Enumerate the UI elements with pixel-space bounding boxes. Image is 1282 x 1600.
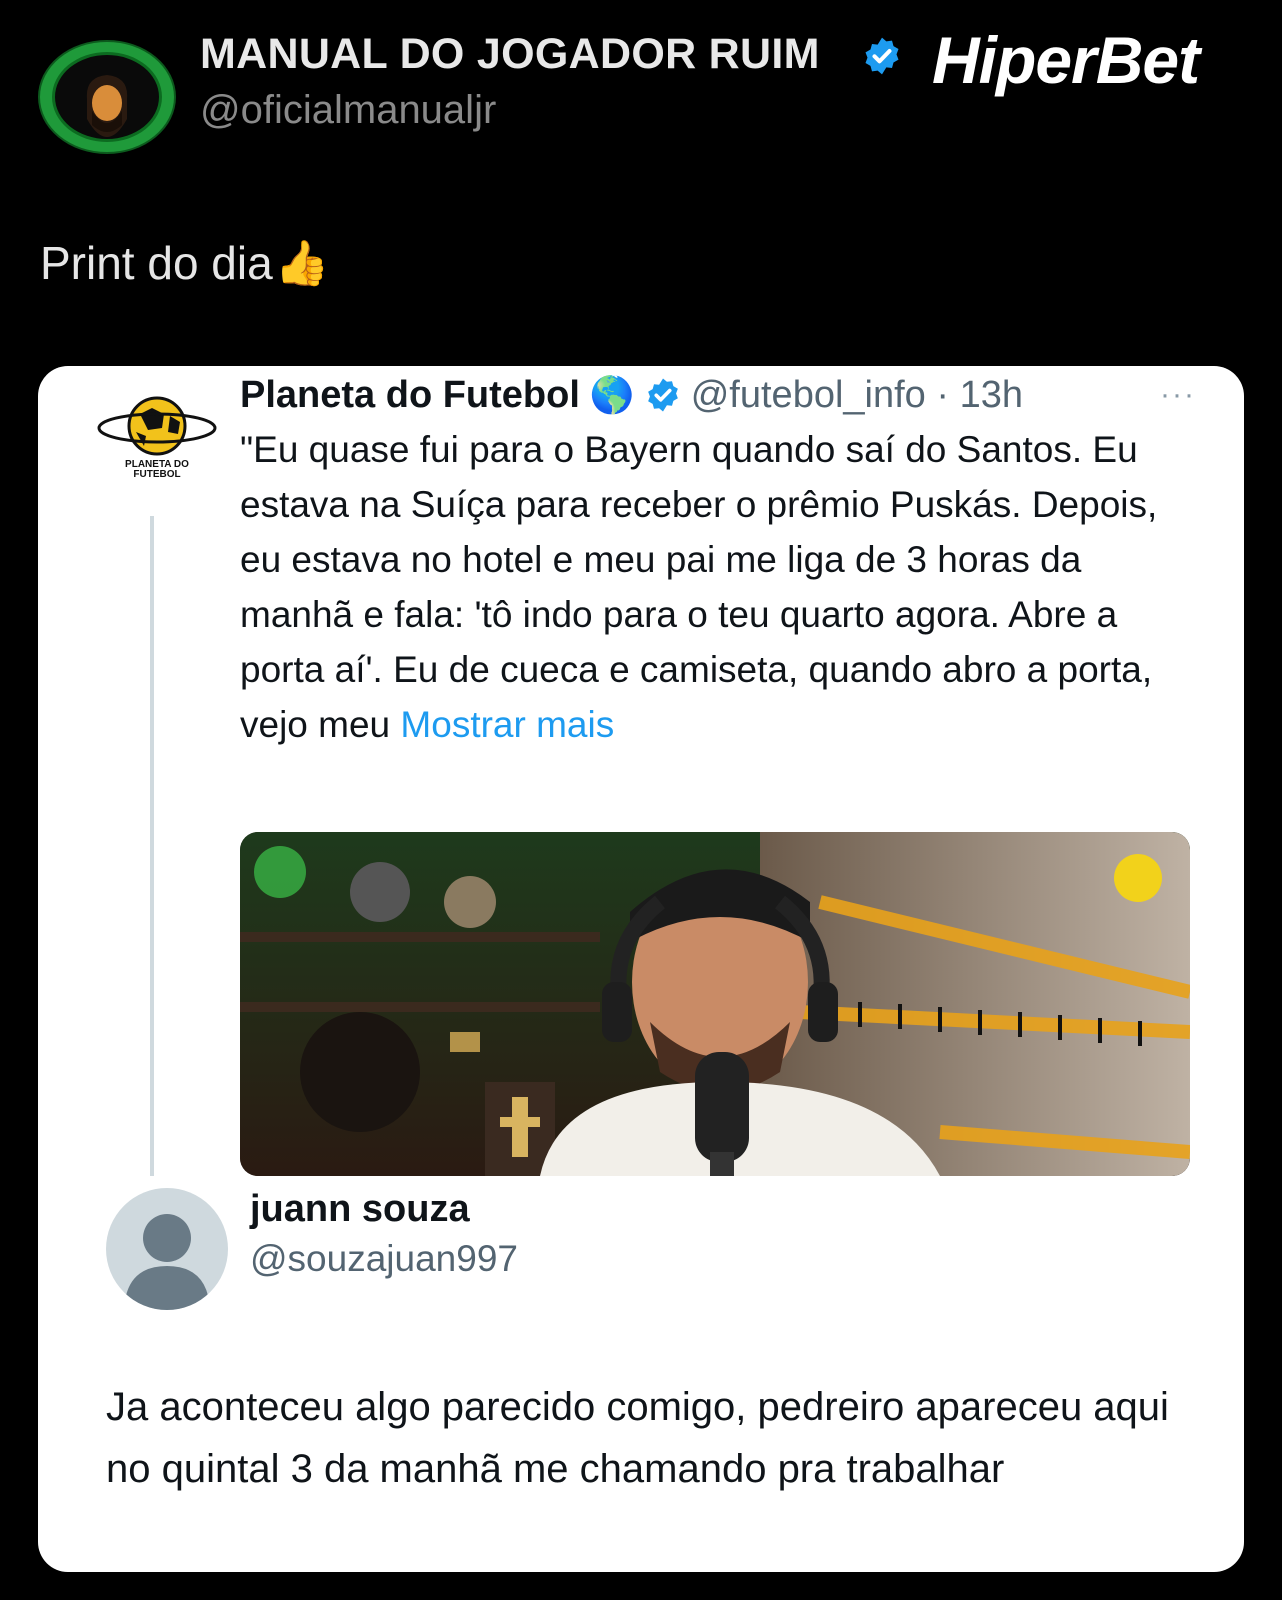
quoted-handle-time[interactable]: @futebol_info · 13h (691, 374, 1023, 417)
reply-text: Ja aconteceu algo parecido comigo, pedre… (106, 1385, 1169, 1491)
globe-icon: 🌎 (589, 374, 635, 415)
author-handle[interactable]: @oficialmanualjr (200, 88, 496, 133)
quoted-author-name[interactable]: Planeta do Futebol (240, 374, 580, 417)
post-caption: Print do dia 👍 (40, 236, 330, 290)
thumbs-up-icon: 👍 (274, 239, 330, 288)
more-options-icon[interactable]: ··· (1160, 378, 1196, 412)
verified-badge-icon (647, 378, 678, 412)
author-avatar[interactable] (38, 40, 176, 158)
tweet-media-image[interactable] (240, 832, 1190, 1176)
brand-logo: HiperBet (932, 23, 1200, 97)
reply-author-handle[interactable]: @souzajuan997 (250, 1238, 518, 1280)
podcast-photo (240, 832, 1190, 1176)
thread-line (150, 516, 154, 1176)
show-more-link[interactable]: Mostrar mais (400, 704, 614, 745)
default-user-icon (124, 1214, 210, 1310)
verified-badge-icon (865, 37, 899, 75)
quoted-tweet-body: "Eu quase fui para o Bayern quando saí d… (240, 429, 1158, 745)
quoted-tweet-header: Planeta do Futebol 🌎 @futebol_info · 13h (240, 370, 1023, 420)
reply-author-name[interactable]: juann souza (250, 1188, 470, 1231)
logo-text: PLANETA DO FUTEBOL (125, 459, 189, 480)
reply-avatar[interactable] (106, 1188, 228, 1310)
author-name[interactable]: MANUAL DO JOGADOR RUIM (200, 30, 820, 79)
post-header: MANUAL DO JOGADOR RUIM @oficialmanualjr … (0, 0, 1282, 160)
caption-text: Print do dia (40, 237, 273, 289)
quoted-tweet-text: "Eu quase fui para o Bayern quando saí d… (240, 422, 1200, 752)
embedded-screenshot-card: PLANETA DO FUTEBOL Planeta do Futebol 🌎 … (38, 366, 1244, 1572)
bearded-face-icon (86, 75, 128, 137)
